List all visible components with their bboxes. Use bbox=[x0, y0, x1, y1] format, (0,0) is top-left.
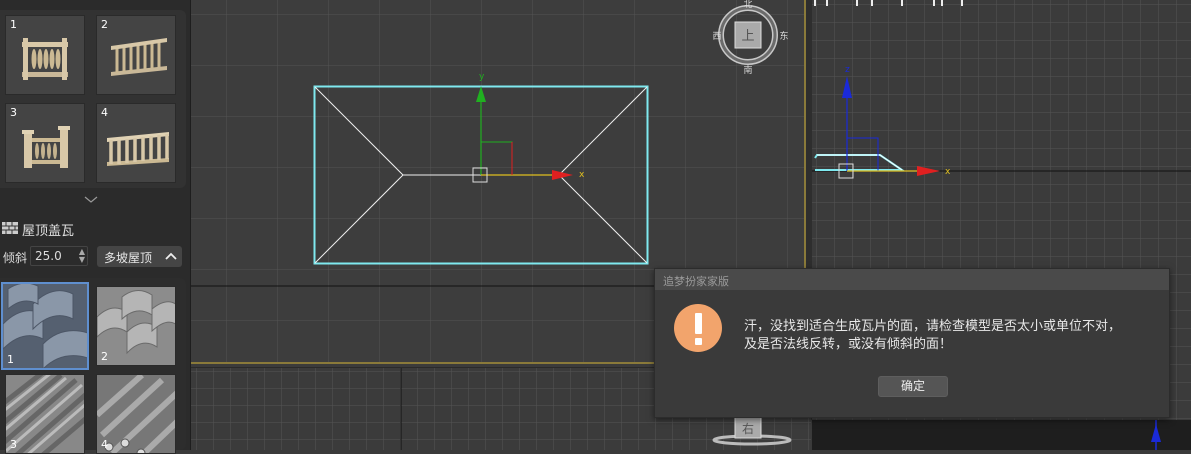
thumb-number: 2 bbox=[101, 350, 108, 363]
gizmo-z-label-left: z bbox=[845, 65, 850, 75]
thumb-number: 4 bbox=[101, 106, 108, 119]
thumb-number: 2 bbox=[101, 18, 108, 31]
roof-type-label: 多坡屋顶 bbox=[104, 251, 153, 265]
viewcube-face-label: 上 bbox=[741, 29, 754, 44]
spinner-arrows-icon[interactable]: ▲ ▼ bbox=[79, 248, 85, 264]
compass-north: 北 bbox=[743, 0, 752, 10]
ok-button[interactable]: 确定 bbox=[878, 376, 948, 397]
railing-thumb-1[interactable]: 1 bbox=[5, 15, 85, 95]
viewport-bottom-right[interactable] bbox=[812, 420, 1191, 450]
dialog-message-line-2: 及是否法线反转，或没有倾斜的面！ bbox=[744, 337, 953, 352]
tile-thumb-2[interactable]: 2 bbox=[96, 286, 176, 366]
dialog-message-line-1: 汗，没找到适合生成瓦片的面，请检查模型是否太小或单位不对， bbox=[744, 319, 1122, 334]
compass-east: 东 bbox=[779, 30, 788, 42]
tilt-spinner[interactable]: 25.0 ▲ ▼ bbox=[30, 246, 88, 266]
gizmo-y-label: y bbox=[479, 72, 485, 82]
railing-thumb-3[interactable]: 3 bbox=[5, 103, 85, 183]
tile-thumb-3[interactable]: 3 bbox=[5, 374, 85, 454]
gizmo-x-label-left: x bbox=[945, 167, 951, 177]
compass-south: 南 bbox=[743, 64, 752, 76]
chevron-up-icon bbox=[165, 252, 177, 260]
railing-thumb-4[interactable]: 4 bbox=[96, 103, 176, 183]
left-panel: 1 2 3 4 屋顶盖瓦 倾斜 25.0 ▲ ▼ 多坡屋顶 1 2 3 4 bbox=[0, 0, 191, 454]
collapse-chevron-icon[interactable] bbox=[84, 196, 98, 204]
thumb-number: 3 bbox=[10, 438, 17, 451]
roof-tile-icon bbox=[2, 222, 18, 234]
tile-thumb-4[interactable]: 4 bbox=[96, 374, 176, 454]
viewcube-bottom-face-label: 右 bbox=[742, 421, 754, 436]
dialog-titlebar[interactable]: 追梦扮家家版 bbox=[655, 269, 1169, 290]
roof-tile-header: 屋顶盖瓦 bbox=[0, 217, 190, 239]
roof-tile-library: 1 2 3 4 bbox=[0, 278, 186, 454]
compass-west: 西 bbox=[712, 31, 721, 42]
warning-icon bbox=[674, 304, 722, 352]
tilt-label: 倾斜 bbox=[3, 251, 28, 265]
thumb-number: 3 bbox=[10, 106, 17, 119]
railing-library: 1 2 3 4 bbox=[0, 10, 186, 188]
roof-type-dropdown[interactable]: 多坡屋顶 bbox=[97, 246, 182, 267]
thumb-number: 1 bbox=[10, 18, 17, 31]
dialog-title: 追梦扮家家版 bbox=[663, 275, 729, 288]
thumb-number: 4 bbox=[101, 438, 108, 451]
railing-thumb-2[interactable]: 2 bbox=[96, 15, 176, 95]
gizmo-x-label: x bbox=[579, 170, 585, 180]
warning-dialog: 追梦扮家家版 汗，没找到适合生成瓦片的面，请检查模型是否太小或单位不对， 及是否… bbox=[654, 268, 1170, 418]
viewport-bottom-right-canvas[interactable] bbox=[812, 420, 1191, 450]
tile-thumb-1[interactable]: 1 bbox=[1, 282, 89, 370]
tilt-value[interactable]: 25.0 bbox=[35, 249, 62, 263]
roof-tile-title: 屋顶盖瓦 bbox=[22, 224, 75, 239]
thumb-number: 1 bbox=[7, 353, 14, 366]
